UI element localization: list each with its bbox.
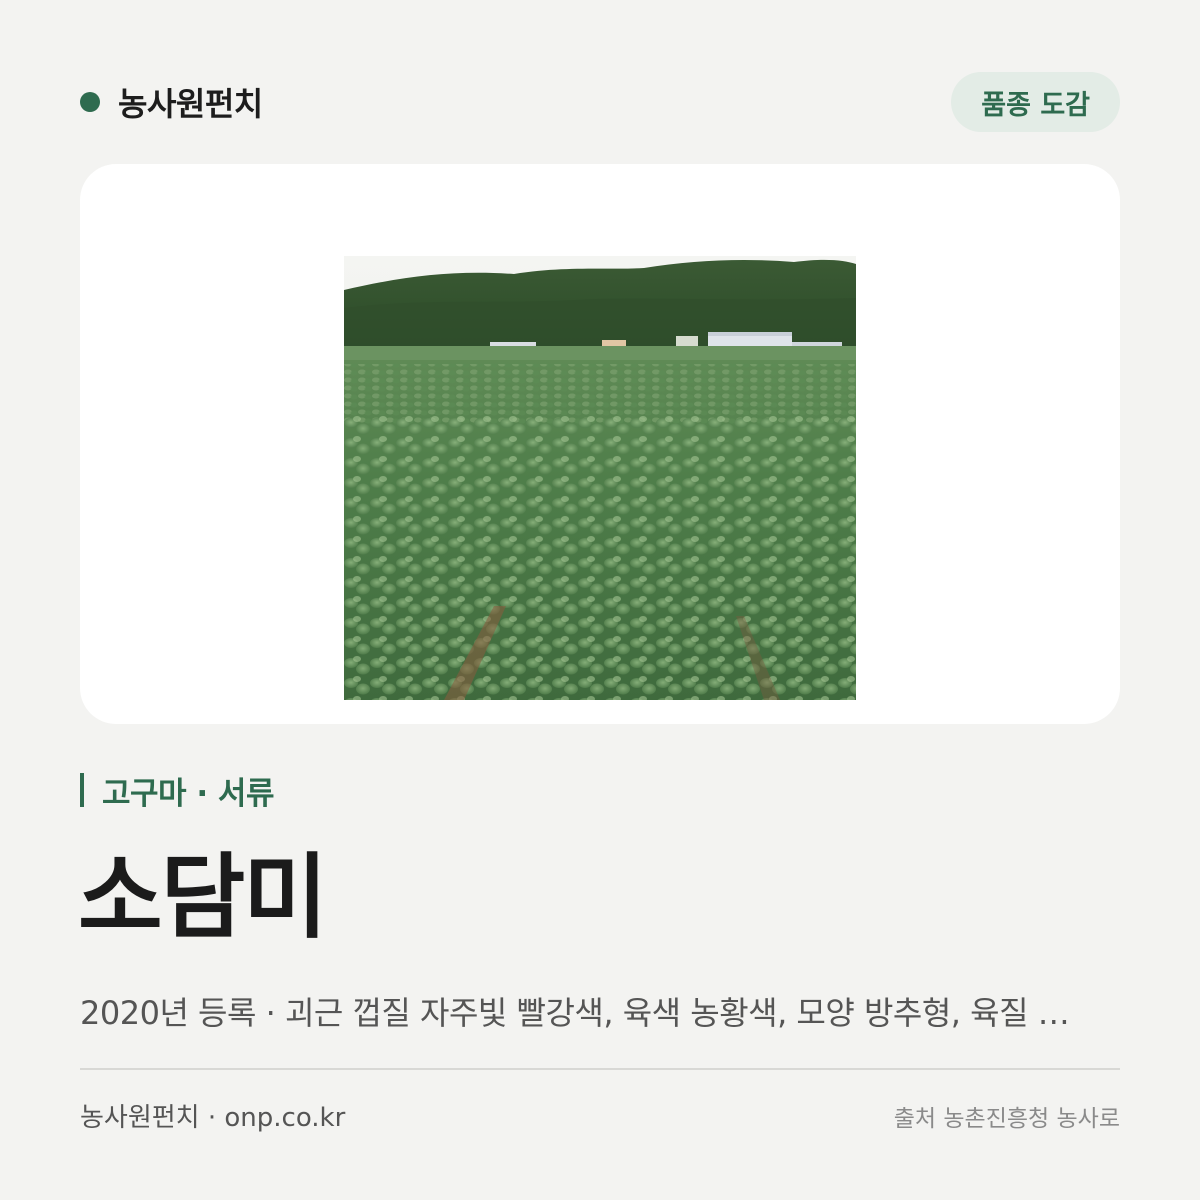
footer-source: 출처 농촌진흥청 농사로	[893, 1106, 1120, 1132]
footer-divider	[80, 1068, 1120, 1070]
variety-photo	[344, 256, 856, 700]
brand[interactable]: 농사원펀치	[80, 72, 263, 132]
header: 농사원펀치 품종 도감	[80, 72, 1120, 132]
brand-dot-icon	[80, 92, 100, 112]
category-accent-bar	[80, 773, 84, 807]
variety-description: 2020년 등록 · 괴근 껍질 자주빛 빨강색, 육색 농황색, 모양 방추형…	[80, 994, 1070, 1032]
footer-site[interactable]: 농사원펀치 · onp.co.kr	[80, 1098, 345, 1138]
variety-name: 소담미	[78, 844, 328, 951]
brand-name: 농사원펀치	[118, 85, 263, 123]
category-badge[interactable]: 품종 도감	[951, 72, 1120, 132]
photo-card	[80, 164, 1120, 724]
category-label: 고구마 · 서류	[102, 775, 274, 812]
variety-category: 고구마 · 서류	[80, 768, 274, 812]
